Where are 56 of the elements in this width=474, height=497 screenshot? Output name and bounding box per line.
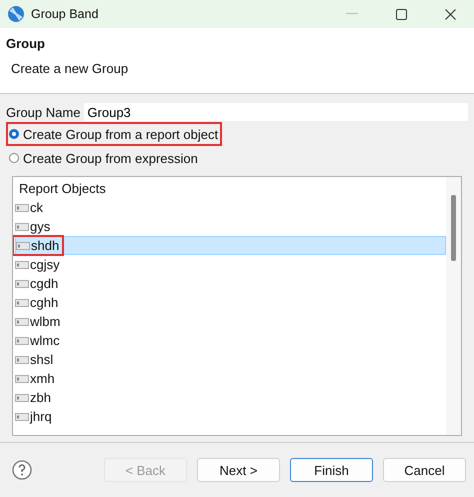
page-description: Create a new Group (11, 61, 130, 76)
radio-option[interactable]: Create Group from expression (6, 146, 202, 170)
page-title: Group (6, 36, 46, 51)
field-icon (15, 412, 29, 420)
item-label: gys (30, 219, 50, 234)
field-icon (15, 260, 29, 268)
field-label: Group Name (6, 104, 80, 120)
group-name-field[interactable]: Group3 (84, 103, 468, 121)
item-label: jhrq (30, 409, 52, 424)
item-label: wlbm (30, 314, 60, 329)
scrollbar[interactable] (446, 177, 461, 435)
field-icon (15, 374, 29, 382)
item-label: xmh (30, 371, 55, 386)
item-label: shdh (31, 238, 60, 253)
radio-option[interactable]: Create Group from a report object (6, 122, 222, 146)
list-heading: Report Objects (18, 180, 107, 198)
field-icon (15, 356, 29, 364)
radio-button[interactable] (9, 129, 19, 139)
list-item[interactable]: xmh (15, 369, 446, 388)
item-label: wlmc (30, 333, 60, 348)
list-item[interactable]: shsl (15, 350, 446, 369)
list-item[interactable]: cgjsy (15, 255, 446, 274)
field-icon (15, 222, 29, 230)
field-icon (15, 336, 29, 344)
list-item[interactable]: cgdh (15, 274, 446, 293)
list-item[interactable]: wlmc (15, 331, 446, 350)
list-item[interactable]: gys (15, 217, 446, 236)
list-item[interactable]: jhrq (15, 407, 446, 426)
dialog-button[interactable]: Next > (197, 458, 280, 482)
item-label: ck (30, 200, 43, 215)
maximize-icon[interactable] (396, 8, 407, 20)
list-item[interactable]: ck (15, 198, 446, 217)
field-icon (16, 242, 30, 250)
item-label: shsl (30, 352, 54, 367)
dialog-button[interactable]: Cancel (383, 458, 466, 482)
field-icon (15, 318, 29, 326)
list-item[interactable]: zbh (15, 388, 446, 407)
radio-label: Create Group from expression (23, 150, 198, 166)
field-icon (15, 204, 29, 212)
item-label: cgdh (30, 276, 58, 291)
radio-label: Create Group from a report object (23, 126, 218, 142)
radio-button[interactable] (9, 153, 19, 163)
list-item[interactable]: wlbm (15, 312, 446, 331)
list-item[interactable]: cghh (15, 293, 446, 312)
app-icon (7, 5, 25, 23)
dialog-button[interactable]: Finish (290, 458, 373, 482)
item-label: cgjsy (30, 257, 60, 272)
item-label: cghh (30, 295, 58, 310)
item-label: zbh (30, 390, 51, 405)
close-icon[interactable] (445, 8, 456, 20)
list-item[interactable]: shdh (15, 236, 446, 255)
window-title: Group Band (31, 7, 98, 21)
help-icon[interactable] (12, 460, 32, 480)
field-icon (15, 394, 29, 402)
field-icon (15, 298, 29, 306)
field-icon (15, 280, 29, 288)
